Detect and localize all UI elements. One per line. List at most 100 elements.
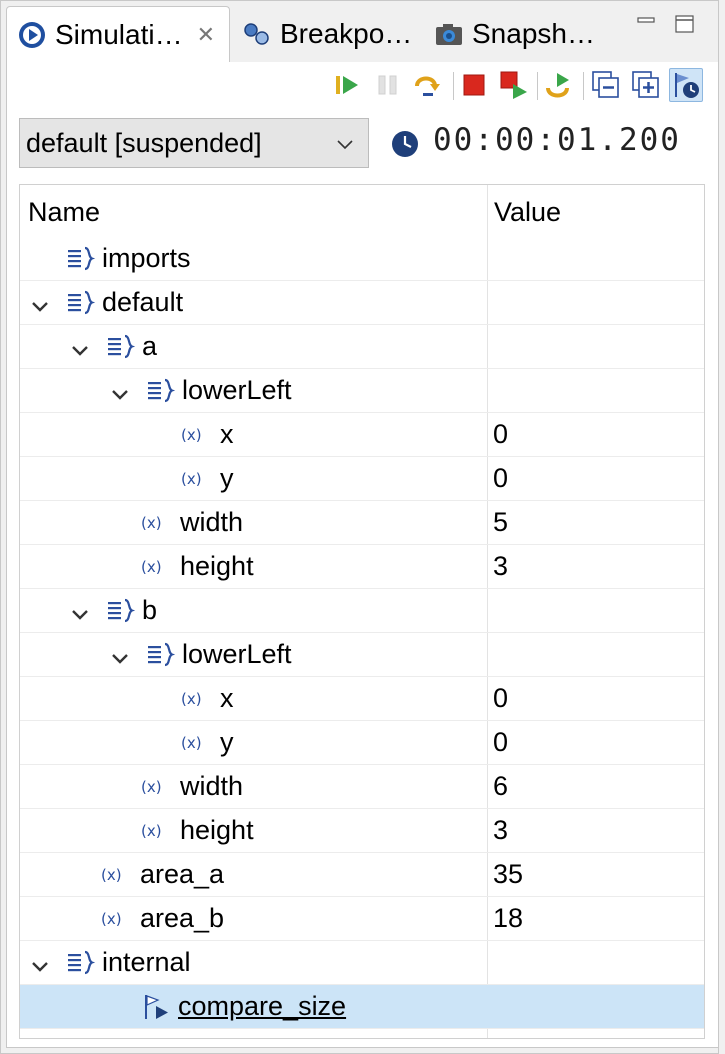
tree-row-height[interactable]: (x) height 3 <box>20 809 704 853</box>
tree-row-x[interactable]: (x) x 0 <box>20 413 704 457</box>
row-name: width <box>180 771 244 801</box>
variable-icon: (x) <box>180 685 210 713</box>
suspend-icon <box>378 75 397 95</box>
tree-row-area-a[interactable]: (x) area_a 35 <box>20 853 704 897</box>
chevron-down-icon[interactable] <box>110 645 130 665</box>
chevron-down-icon[interactable] <box>30 293 50 313</box>
variable-icon: (x) <box>140 817 170 845</box>
step-over-button[interactable] <box>413 70 443 100</box>
terminate-relaunch-button[interactable] <box>499 70 529 100</box>
svg-text:(x): (x) <box>141 778 162 796</box>
column-header-name[interactable]: Name <box>28 197 100 228</box>
step-over-icon <box>415 76 440 96</box>
row-name: lowerLeft <box>182 639 292 669</box>
variable-icon: (x) <box>140 553 170 581</box>
scope-icon <box>66 289 96 317</box>
row-name: x <box>220 419 234 449</box>
task-icon <box>142 993 172 1021</box>
row-value: 18 <box>493 903 524 933</box>
row-name: a <box>142 331 158 361</box>
tab-snapshots[interactable]: Snapsh… <box>424 6 604 62</box>
row-name: height <box>180 551 254 581</box>
tree-row-area-b[interactable]: (x) area_b 18 <box>20 897 704 941</box>
svg-text:(x): (x) <box>141 514 162 532</box>
row-name: b <box>142 595 158 625</box>
session-selector-row: default [suspended] 00:00:01.200 <box>7 114 720 174</box>
scope-icon <box>106 597 136 625</box>
tree-row-width[interactable]: (x) width 6 <box>20 765 704 809</box>
tree-row-compare-size[interactable]: compare_size <box>20 985 704 1029</box>
session-dropdown[interactable]: default [suspended] <box>19 118 369 168</box>
variable-icon: (x) <box>140 509 170 537</box>
terminate-button[interactable] <box>459 70 489 100</box>
resume-icon <box>336 76 358 94</box>
task-clock-icon <box>675 73 699 98</box>
close-icon[interactable]: ✕ <box>197 22 215 48</box>
scope-icon <box>66 949 96 977</box>
tree-row-lowerleft[interactable]: lowerLeft <box>20 633 704 677</box>
row-name: x <box>220 683 234 713</box>
row-name: default <box>102 287 184 317</box>
tree-row-width[interactable]: (x) width 5 <box>20 501 704 545</box>
row-name: y <box>220 727 234 757</box>
row-value: 5 <box>493 507 509 537</box>
row-name[interactable]: compare_size <box>178 991 346 1022</box>
restart-button[interactable] <box>543 70 573 100</box>
collapse-all-button[interactable] <box>591 70 621 100</box>
variable-icon: (x) <box>180 421 210 449</box>
simulation-time: 00:00:01.200 <box>433 122 681 158</box>
row-name: y <box>220 463 234 493</box>
chevron-down-icon[interactable] <box>70 601 90 621</box>
svg-text:(x): (x) <box>141 558 162 576</box>
tree-row-imports[interactable]: imports <box>20 237 704 281</box>
variable-icon: (x) <box>100 861 130 889</box>
svg-text:(x): (x) <box>141 822 162 840</box>
row-name: width <box>180 507 244 537</box>
breakpoints-icon <box>242 19 272 49</box>
variable-icon: (x) <box>140 773 170 801</box>
chevron-down-icon[interactable] <box>70 337 90 357</box>
suspend-button[interactable] <box>373 70 403 100</box>
terminate-relaunch-icon <box>500 71 527 99</box>
row-value: 0 <box>493 463 509 493</box>
show-tasks-button[interactable] <box>669 68 703 102</box>
tab-simulation[interactable]: Simulati… ✕ <box>6 6 230 62</box>
tree-row-y[interactable]: (x) y 0 <box>20 457 704 501</box>
row-value: 3 <box>493 551 509 581</box>
tab-breakpoints[interactable]: Breakpo… <box>232 6 422 62</box>
tree-row-internal[interactable]: internal <box>20 941 704 985</box>
expand-all-button[interactable] <box>631 70 661 100</box>
variable-icon: (x) <box>100 905 130 933</box>
clock-icon <box>391 130 419 158</box>
tree-row-y[interactable]: (x) y 0 <box>20 721 704 765</box>
view-toolbar <box>7 62 720 108</box>
expand-all-icon <box>632 71 659 98</box>
tree-row-height[interactable]: (x) height 3 <box>20 545 704 589</box>
chevron-down-icon[interactable] <box>110 381 130 401</box>
svg-text:(x): (x) <box>181 734 202 752</box>
resume-button[interactable] <box>333 70 363 100</box>
chevron-down-icon[interactable] <box>30 953 50 973</box>
row-value: 35 <box>493 859 524 889</box>
maximize-icon[interactable] <box>674 14 696 34</box>
simulation-icon <box>17 20 47 50</box>
row-value: 0 <box>493 683 509 713</box>
tab-label: Simulati… <box>55 18 183 50</box>
variable-icon: (x) <box>180 729 210 757</box>
svg-text:(x): (x) <box>101 910 122 928</box>
column-header-value[interactable]: Value <box>494 197 561 228</box>
tree-row-b[interactable]: b <box>20 589 704 633</box>
svg-text:(x): (x) <box>181 690 202 708</box>
terminate-icon <box>463 74 485 96</box>
tree-row-lowerleft[interactable]: lowerLeft <box>20 369 704 413</box>
svg-text:(x): (x) <box>181 426 202 444</box>
tree-row-default[interactable]: default <box>20 281 704 325</box>
row-value: 6 <box>493 771 509 801</box>
tree-row-x[interactable]: (x) x 0 <box>20 677 704 721</box>
view-tab-bar: Simulati… ✕ Breakpo… Snapsh… <box>0 0 725 62</box>
tree-row-a[interactable]: a <box>20 325 704 369</box>
restart-icon <box>546 73 569 98</box>
row-name: height <box>180 815 254 845</box>
minimize-icon[interactable] <box>636 14 658 34</box>
row-value: 3 <box>493 815 509 845</box>
